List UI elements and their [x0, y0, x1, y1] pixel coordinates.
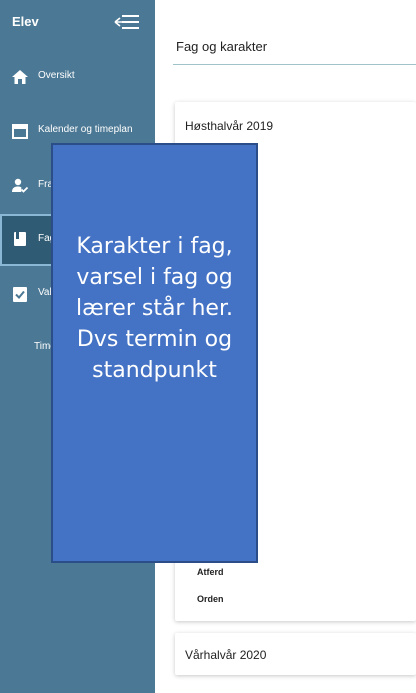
sidebar-title: Elev	[12, 14, 39, 29]
sidebar-header: Elev	[0, 0, 155, 50]
card-title: Høsthalvår 2019	[185, 119, 274, 133]
person-check-icon	[12, 178, 29, 193]
grade-row-label: Orden	[197, 594, 224, 604]
sidebar-item-label: Oversikt	[38, 70, 75, 81]
term-card-var-2020[interactable]: Vårhalvår 2020	[175, 633, 416, 675]
annotation-box: Karakter i fag, varsel i fag og lærer st…	[51, 143, 258, 563]
grade-row-label: Atferd	[197, 567, 224, 577]
page-title: Fag og karakter	[176, 39, 268, 54]
calendar-icon	[12, 124, 28, 139]
annotation-text: Karakter i fag, varsel i fag og lærer st…	[76, 234, 233, 383]
clipboard-check-icon	[13, 287, 27, 302]
collapse-menu-icon[interactable]	[114, 13, 140, 31]
card-title: Vårhalvår 2020	[185, 648, 267, 662]
home-icon	[12, 70, 28, 84]
book-icon	[14, 232, 26, 246]
sidebar-item-label: Kalender og timeplan	[38, 124, 133, 135]
title-divider	[173, 64, 416, 65]
sidebar-item-oversikt[interactable]: Oversikt	[0, 57, 155, 97]
